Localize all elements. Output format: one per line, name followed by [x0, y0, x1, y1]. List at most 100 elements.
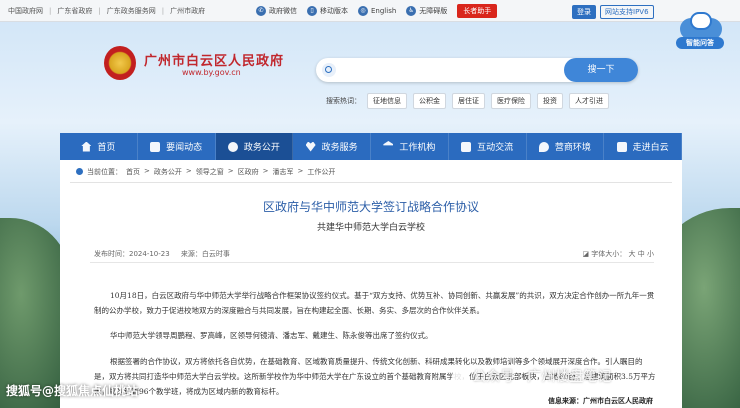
search-bar: 搜一下	[316, 58, 638, 82]
wechat-icon	[452, 369, 468, 383]
grid-icon	[616, 141, 627, 152]
nav-item-news[interactable]: 要闻动态	[138, 133, 216, 160]
nav-label: 要闻动态	[166, 143, 203, 153]
breadcrumb-sep: >	[185, 167, 192, 175]
article-subtitle: 共建华中师范大学白云学校	[316, 223, 425, 233]
breadcrumb-sep: >	[297, 167, 304, 175]
nav-label: 首页	[97, 143, 116, 153]
wechat-icon: ✆	[256, 6, 266, 16]
separator: |	[49, 7, 52, 15]
breadcrumb-item[interactable]: 区政府	[238, 167, 259, 177]
disclosure-icon	[227, 141, 238, 152]
font-size-controls: ◪ 字体大小： 大 中 小	[582, 249, 654, 259]
publish-date: 2024-10-23	[129, 250, 170, 258]
font-size-medium[interactable]: 中	[638, 250, 645, 258]
hot-keywords: 搜索热词： 征地信息 公积金 居住证 医疗保险 投资 人才引进	[326, 93, 609, 109]
hot-keyword-tag[interactable]: 人才引进	[569, 93, 609, 109]
national-emblem-logo	[104, 46, 136, 80]
smart-qa-label: 智能问答	[676, 37, 724, 49]
mobile-label: 移动版本	[320, 7, 348, 15]
nav-item-services[interactable]: 政务服务	[293, 133, 371, 160]
nav-item-about[interactable]: 走进白云	[604, 133, 682, 160]
watermark-right: 公众号 · 广州楼盘笔记	[452, 366, 611, 386]
accessible-label: 无障碍版	[419, 7, 448, 15]
divider	[70, 182, 672, 183]
nav-item-disclosure[interactable]: 政务公开	[215, 133, 294, 160]
location-pin-icon	[76, 168, 83, 175]
breadcrumb-item[interactable]: 政务公开	[154, 167, 182, 177]
hot-keyword-tag[interactable]: 投资	[537, 93, 563, 109]
watermark-right-text: 公众号 · 广州楼盘笔记	[472, 369, 612, 385]
wheelchair-icon: ♿	[406, 6, 417, 16]
gov-link[interactable]: 广东政务服务网	[107, 6, 156, 16]
ipv6-badge: 网站支持IPV6	[600, 5, 654, 19]
breadcrumb-sep: >	[144, 167, 150, 175]
separator: |	[98, 7, 101, 15]
font-size-small[interactable]: 小	[647, 250, 654, 258]
nav-item-home[interactable]: 首页	[60, 133, 138, 160]
breadcrumb-item[interactable]: 工作公开	[307, 167, 335, 177]
hot-keyword-tag[interactable]: 征地信息	[367, 93, 407, 109]
login-button[interactable]: 登录	[572, 5, 596, 19]
article-meta: 发布时间：2024-10-23 来源：白云时事 ◪ 字体大小： 大 中 小	[94, 249, 654, 259]
hot-keyword-tag[interactable]: 医疗保险	[491, 93, 531, 109]
site-url: www.by.gov.cn	[182, 68, 241, 77]
search-icon	[322, 63, 336, 77]
search-button[interactable]: 搜一下	[564, 58, 638, 82]
robot-icon	[690, 12, 712, 30]
divider	[90, 262, 654, 263]
nav-label: 政务公开	[243, 143, 280, 153]
gov-link[interactable]: 中国政府网	[8, 6, 43, 16]
home-icon	[81, 141, 92, 152]
accessibility-tools: ✆ 政府微信 ▯ 移动版本 ◎ English ♿ 无障碍版 长者助手	[256, 0, 498, 22]
breadcrumb-item[interactable]: 首页	[126, 167, 140, 177]
gov-link[interactable]: 广东省政府	[57, 6, 92, 16]
site-title[interactable]: 广州市白云区人民政府	[144, 50, 284, 69]
breadcrumb-item[interactable]: 潘志军	[273, 167, 294, 177]
nav-label: 走进白云	[632, 143, 669, 153]
hot-keywords-label: 搜索热词：	[326, 97, 361, 105]
nav-label: 互动交流	[477, 143, 514, 153]
nav-label: 政务服务	[321, 143, 358, 153]
globe-icon: ◎	[358, 6, 368, 16]
nav-item-agencies[interactable]: 工作机构	[371, 133, 449, 160]
separator: |	[161, 7, 165, 15]
main-nav: 首页 要闻动态 政务公开 政务服务 工作机构 互动交流 营商环境 走进白云	[60, 133, 682, 160]
article-paragraph: 华中师范大学领导周鹏程、罗高峰，区领导何镜清、潘志军、戴建生、陈永俊等出席了签约…	[110, 331, 433, 340]
breadcrumb-item[interactable]: 领导之窗	[196, 167, 224, 177]
source-label: 来源：	[180, 250, 202, 258]
font-size-icon: ◪	[582, 250, 590, 258]
hot-keyword-tag[interactable]: 公积金	[413, 93, 446, 109]
mobile-icon: ▯	[307, 6, 317, 16]
font-size-label: 字体大小：	[591, 250, 627, 258]
nav-label: 营商环境	[554, 143, 591, 153]
heart-icon	[305, 141, 316, 152]
breadcrumb-sep: >	[262, 167, 269, 175]
nav-item-interaction[interactable]: 互动交流	[449, 133, 527, 160]
elder-assistant-button[interactable]: 长者助手	[457, 4, 498, 18]
mobile-link[interactable]: ▯ 移动版本	[307, 6, 348, 16]
search-input[interactable]	[342, 62, 572, 78]
font-size-large[interactable]: 大	[629, 250, 636, 258]
wechat-label: 政府微信	[269, 7, 297, 15]
breadcrumb-label: 当前位置：	[87, 168, 122, 176]
nav-item-business[interactable]: 营商环境	[527, 133, 605, 160]
wechat-link[interactable]: ✆ 政府微信	[256, 6, 297, 16]
business-icon	[538, 141, 549, 152]
article-title: 区政府与华中师范大学签订战略合作协议	[262, 200, 479, 214]
accessible-link[interactable]: ♿ 无障碍版	[406, 6, 447, 16]
breadcrumb-sep: >	[227, 167, 234, 175]
info-source: 信息来源：广州市白云区人民政府	[548, 397, 653, 405]
english-link[interactable]: ◎ English	[358, 6, 396, 16]
chat-icon	[461, 141, 472, 152]
article-paragraph: 10月18日，白云区政府与华中师范大学举行战略合作框架协议签约仪式。基于“双方支…	[94, 291, 655, 315]
gov-link[interactable]: 广州市政府	[170, 6, 205, 16]
english-label: English	[371, 7, 397, 15]
breadcrumb: 当前位置： 首页 > 政务公开 > 领导之窗 > 区政府 > 潘志军 > 工作公开	[76, 167, 335, 177]
nav-label: 工作机构	[399, 143, 436, 153]
news-icon	[150, 141, 161, 152]
hot-keyword-tag[interactable]: 居住证	[452, 93, 485, 109]
smart-qa-button[interactable]: 智能问答	[676, 10, 724, 49]
gov-links: 中国政府网 | 广东省政府 | 广东政务服务网 | 广州市政府	[8, 0, 205, 22]
top-utility-bar: 中国政府网 | 广东省政府 | 广东政务服务网 | 广州市政府 ✆ 政府微信 ▯ 移…	[0, 0, 740, 22]
